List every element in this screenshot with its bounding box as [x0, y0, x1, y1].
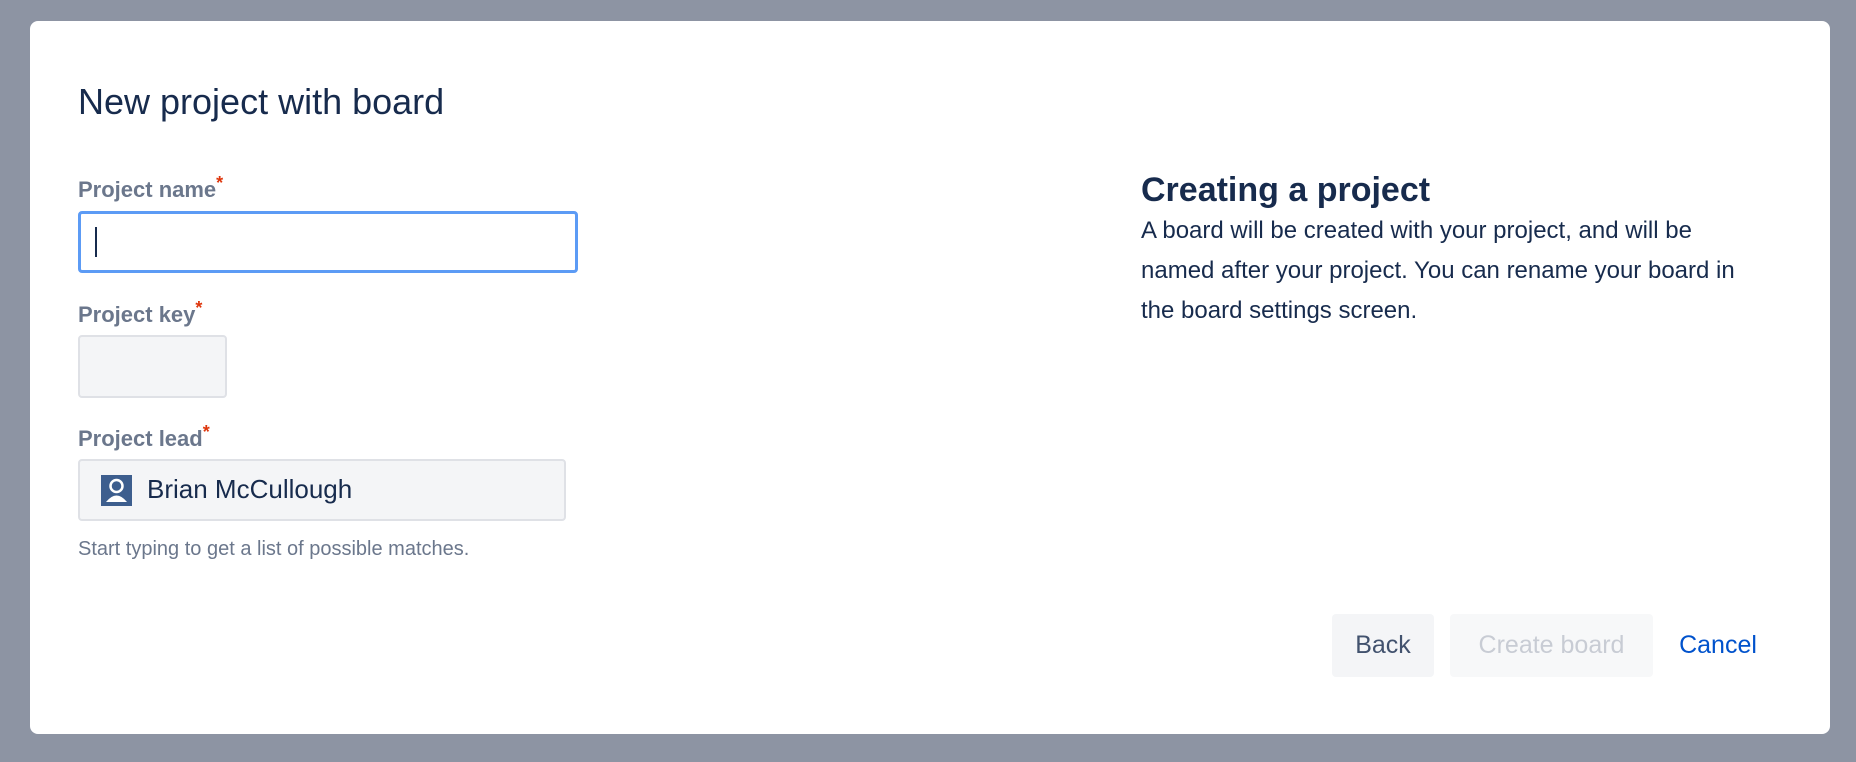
- required-mark: *: [216, 173, 224, 193]
- project-name-input[interactable]: [78, 211, 578, 273]
- text-caret: [95, 227, 97, 257]
- user-avatar-icon: [101, 475, 132, 506]
- project-key-input[interactable]: [78, 335, 227, 398]
- project-name-label: Project name*: [78, 173, 223, 203]
- info-heading: Creating a project: [1141, 171, 1431, 209]
- project-lead-label: Project lead*: [78, 422, 210, 452]
- project-key-label-text: Project key: [78, 302, 196, 327]
- required-mark: *: [202, 422, 210, 442]
- project-lead-helper-text: Start typing to get a list of possible m…: [78, 538, 470, 560]
- project-lead-label-text: Project lead: [78, 426, 203, 451]
- back-button[interactable]: Back: [1332, 614, 1434, 677]
- cancel-link[interactable]: Cancel: [1672, 614, 1764, 677]
- project-key-label: Project key*: [78, 298, 202, 328]
- create-project-dialog: New project with board Project name* Pro…: [30, 21, 1830, 734]
- info-body: A board will be created with your projec…: [1141, 217, 1735, 324]
- dialog-title: New project with board: [78, 81, 445, 122]
- project-name-label-text: Project name: [78, 177, 217, 202]
- project-lead-picker[interactable]: Brian McCullough: [78, 459, 566, 521]
- required-mark: *: [195, 298, 203, 318]
- create-board-button[interactable]: Create board: [1450, 614, 1653, 677]
- project-lead-value: Brian McCullough: [147, 474, 353, 504]
